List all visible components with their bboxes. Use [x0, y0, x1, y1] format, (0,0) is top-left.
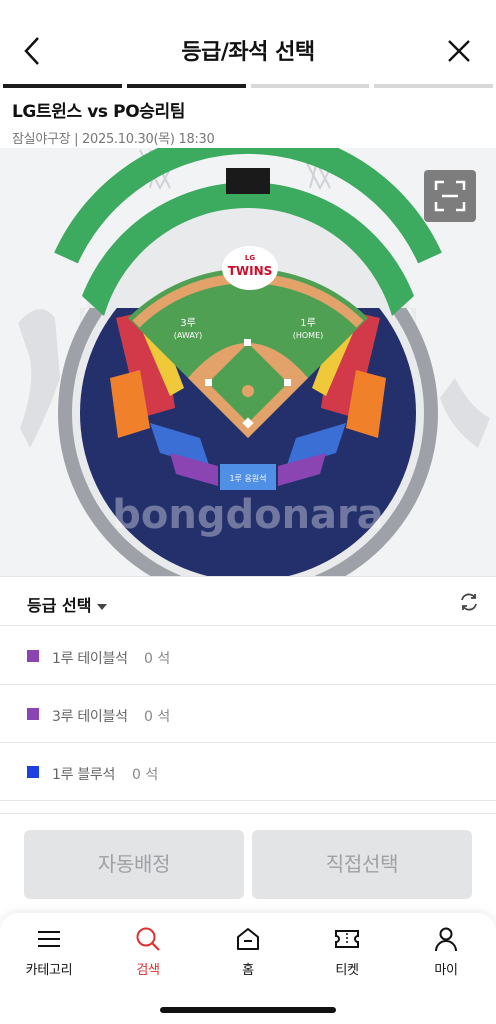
zoom-toggle-button[interactable] [424, 170, 476, 222]
nav-label: 티켓 [335, 963, 359, 978]
grade-item[interactable]: 1루 블루석 0 석 [0, 743, 496, 801]
nav-label: 마이 [434, 963, 458, 978]
nav-my[interactable]: 마이 [406, 925, 486, 978]
game-meta: 잠실야구장 | 2025.10.30(목) 18:30 [12, 132, 215, 147]
first-base-label: 1루 [300, 317, 316, 329]
home-icon [237, 928, 259, 950]
step-1 [3, 84, 122, 88]
watermark: bongdonara [112, 492, 384, 538]
nav-ticket[interactable]: 티켓 [307, 925, 387, 978]
second-base [244, 339, 251, 346]
first-base [284, 379, 291, 386]
scoreboard [226, 168, 270, 194]
menu-icon [38, 931, 60, 947]
grade-item[interactable]: 1루 테이블석 0 석 [0, 627, 496, 685]
logo-text: TWINS [228, 264, 273, 278]
watermark-figure-left [18, 309, 60, 448]
grade-name: 1루 블루석 [52, 767, 116, 783]
step-3 [250, 84, 370, 88]
direct-select-button[interactable]: 직접선택 [252, 830, 472, 899]
nav-home[interactable]: 홈 [208, 925, 288, 978]
step-indicator [3, 84, 493, 88]
nav-label: 카테고리 [25, 963, 73, 978]
grade-header: 등급 선택 [0, 576, 496, 626]
caret-down-icon [97, 603, 108, 610]
grade-name: 3루 테이블석 [52, 709, 128, 725]
step-2 [126, 84, 246, 88]
first-base-sub: (HOME) [293, 331, 324, 340]
third-base [205, 379, 212, 386]
header: 등급/좌석 선택 [0, 0, 496, 86]
user-icon [435, 927, 457, 952]
grade-label-text: 등급 선택 [27, 596, 92, 615]
third-base-label: 3루 [180, 317, 196, 329]
page-title: 등급/좌석 선택 [181, 40, 315, 65]
auto-assign-button[interactable]: 자동배정 [24, 830, 244, 899]
nav-search[interactable]: 검색 [108, 925, 188, 978]
grade-count: 0 석 [144, 709, 171, 725]
grade-select-dropdown[interactable]: 등급 선택 [27, 592, 108, 616]
grade-count: 0 석 [132, 767, 159, 783]
stadium-map[interactable]: 1루 응원석 LG TWINS 3루 (AWAY) 1루 (HOME) bong… [0, 148, 496, 576]
ticket-icon [335, 930, 359, 948]
refresh-icon[interactable] [458, 591, 480, 613]
action-bar: 자동배정 직접선택 [0, 813, 496, 913]
expand-icon [434, 180, 466, 212]
home-indicator[interactable] [160, 1007, 336, 1013]
search-icon [136, 927, 160, 951]
stadium-svg[interactable]: 1루 응원석 LG TWINS 3루 (AWAY) 1루 (HOME) bong… [0, 148, 496, 576]
step-4 [374, 84, 493, 88]
nav-label: 검색 [136, 963, 160, 978]
game-info: LG트윈스 vs PO승리팀 잠실야구장 | 2025.10.30(목) 18:… [12, 97, 215, 147]
nav-label: 홈 [242, 963, 254, 978]
grade-count: 0 석 [144, 651, 171, 667]
grade-color-swatch [27, 708, 39, 720]
bottom-nav: 카테고리 검색 홈 티켓 마이 [0, 913, 496, 1024]
third-base-sub: (AWAY) [174, 331, 203, 340]
grade-list: 1루 테이블석 0 석 3루 테이블석 0 석 1루 블루석 0 석 [0, 627, 496, 801]
close-icon[interactable] [444, 36, 474, 66]
logo-top-text: LG [245, 254, 255, 262]
center-label: 1루 응원석 [229, 473, 266, 483]
grade-color-swatch [27, 650, 39, 662]
game-title: LG트윈스 vs PO승리팀 [12, 102, 185, 122]
pitcher-mound [242, 385, 254, 397]
grade-color-swatch [27, 766, 39, 778]
grade-item[interactable]: 3루 테이블석 0 석 [0, 685, 496, 743]
grade-name: 1루 테이블석 [52, 651, 128, 667]
nav-category[interactable]: 카테고리 [9, 925, 89, 978]
watermark-figure-right [440, 378, 490, 448]
